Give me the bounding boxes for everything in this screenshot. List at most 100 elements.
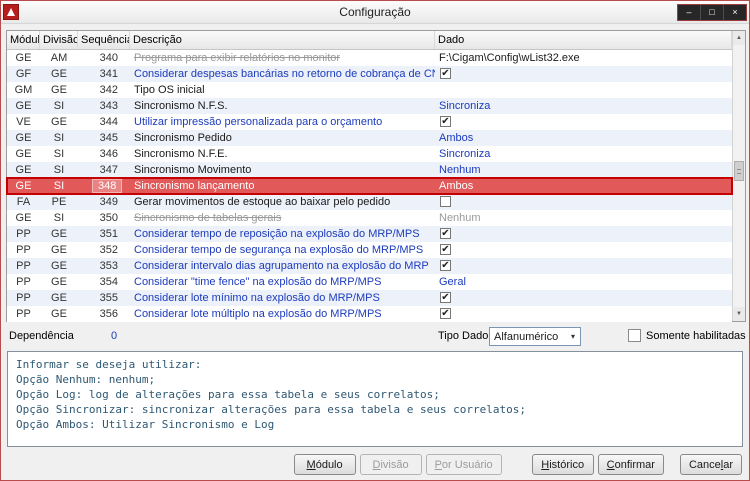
scroll-up-icon[interactable]: ▲ [733,31,745,45]
cell-modulo: GF [15,68,32,80]
column-header-divisao[interactable]: Divisão [40,31,78,49]
table-row[interactable]: PP GE 355 Considerar lote mínimo na expl… [7,290,732,306]
somente-habilitadas-checkbox[interactable] [628,329,641,342]
cell-divisao: SI [53,212,65,224]
cell-descricao: Gerar movimentos de estoque ao baixar pe… [134,196,391,208]
cell-descricao: Sincronismo N.F.E. [134,148,228,160]
dado-checkbox-unchecked[interactable] [440,196,451,207]
cell-divisao: SI [53,148,65,160]
config-table-body: GE AM 340 Programa para exibir relatório… [6,50,733,322]
cell-dado: ✔ [435,226,732,242]
maximize-icon: □ [709,6,715,17]
cell-dado: ✔ [435,290,732,306]
table-row[interactable]: VE GE 344 Utilizar impressão personaliza… [7,114,732,130]
cell-descricao: Sincronismo Pedido [134,132,232,144]
cell-divisao: SI [53,132,65,144]
dado-checkbox-checked[interactable]: ✔ [440,116,451,127]
column-header-dado[interactable]: Dado [435,31,732,49]
cell-divisao: GE [51,260,67,272]
cell-descricao: Considerar tempo de reposição na explosã… [134,228,420,240]
table-row[interactable]: GE SI 347 Sincronismo Movimento Nenhum [7,162,732,178]
column-header-modulo[interactable]: Módulo [7,31,40,49]
somente-habilitadas-label: Somente habilitadas [646,330,746,342]
cell-sequencia: 344 [99,116,118,128]
cell-modulo: PP [16,244,31,256]
cell-sequencia: 340 [99,52,118,64]
cell-descricao: Considerar "time fence" na explosão do M… [134,276,382,288]
table-row[interactable]: GE SI 346 Sincronismo N.F.E. Sincroniza [7,146,732,162]
cell-dado: F:\Cigam\Config\wList32.exe [439,52,580,64]
cell-dado: ✔ [435,242,732,258]
cell-sequencia: 349 [99,196,118,208]
table-row[interactable]: GE SI 345 Sincronismo Pedido Ambos [7,130,732,146]
scrollbar-thumb[interactable] [734,161,744,181]
table-header: Módulo Divisão Sequência Descrição Dado [7,31,732,50]
dado-checkbox-checked[interactable]: ✔ [440,68,451,79]
dado-checkbox-checked[interactable]: ✔ [440,244,451,255]
title-bar: Configuração – □ × [1,1,749,24]
cell-modulo: FA [16,196,31,208]
table-row[interactable]: FA PE 349 Gerar movimentos de estoque ao… [7,194,732,210]
cell-modulo: PP [16,276,31,288]
historico-button[interactable]: Histórico [531,454,594,475]
tipo-dado-select[interactable]: Alfanumérico ▾ [489,327,581,346]
table-row[interactable]: GE SI 348 Sincronismo lançamento Ambos [6,177,733,195]
por-usuario-button: Por Usuário [425,454,502,475]
cell-dado: Sincroniza [439,100,491,112]
confirmar-button[interactable]: Confirmar [597,454,664,475]
modulo-button[interactable]: Módulo [293,454,356,475]
cell-descricao: Sincronismo de tabelas gerais [134,212,282,224]
cell-modulo: PP [16,308,31,320]
table-row[interactable]: PP GE 351 Considerar tempo de reposição … [7,226,732,242]
cancelar-button[interactable]: Cancelar [679,454,742,475]
maximize-button[interactable]: □ [700,4,723,20]
minimize-icon: – [686,6,692,17]
window-title: Configuração [339,5,411,19]
cell-divisao: GE [51,84,67,96]
dado-checkbox-checked[interactable]: ✔ [440,228,451,239]
tipo-dado-value: Alfanumérico [494,330,559,343]
table-row[interactable]: GE AM 340 Programa para exibir relatório… [7,50,732,66]
table-row[interactable]: PP GE 353 Considerar intervalo dias agru… [7,258,732,274]
table-row[interactable]: PP GE 354 Considerar "time fence" na exp… [7,274,732,290]
vertical-scrollbar[interactable]: ▲ ▼ [732,31,745,321]
cell-sequencia: 355 [99,292,118,304]
cell-sequencia: 343 [99,100,118,112]
table-row[interactable]: PP GE 356 Considerar lote múltiplo na ex… [7,306,732,322]
cell-sequencia: 356 [99,308,118,320]
table-row[interactable]: GE SI 343 Sincronismo N.F.S. Sincroniza [7,98,732,114]
dado-checkbox-checked[interactable]: ✔ [440,308,451,319]
table-row[interactable]: GE SI 350 Sincronismo de tabelas gerais … [7,210,732,226]
cell-modulo: GE [15,164,32,176]
close-button[interactable]: × [723,4,746,20]
cell-dado: Ambos [439,180,474,192]
table-row[interactable]: GM GE 342 Tipo OS inicial [7,82,732,98]
dado-checkbox-checked[interactable]: ✔ [440,260,451,271]
cell-divisao: PE [51,196,67,208]
cell-sequencia: 348 [78,178,130,194]
scroll-down-icon[interactable]: ▼ [733,307,745,321]
cell-dado [435,82,732,98]
cell-dado: Geral [439,276,466,288]
config-table: Módulo Divisão Sequência Descrição Dado … [6,30,746,322]
cell-dado: Sincroniza [439,148,491,160]
config-window: Configuração – □ × Módulo Divisão Sequên… [0,0,750,481]
cell-sequencia: 347 [99,164,118,176]
cell-modulo: VE [16,116,31,128]
table-row[interactable]: PP GE 352 Considerar tempo de segurança … [7,242,732,258]
cell-divisao: GE [51,116,67,128]
cell-descricao: Considerar intervalo dias agrupamento na… [134,260,429,272]
dado-checkbox-checked[interactable]: ✔ [440,292,451,303]
cell-descricao: Sincronismo Movimento [134,164,252,176]
dependencia-label: Dependência [9,330,74,342]
minimize-button[interactable]: – [678,4,700,20]
cell-dado: Ambos [439,132,474,144]
cell-divisao: GE [51,228,67,240]
window-controls: – □ × [677,3,747,21]
table-row[interactable]: GF GE 341 Considerar despesas bancárias … [7,66,732,82]
cell-divisao: SI [53,164,65,176]
column-header-descricao[interactable]: Descrição [130,31,435,49]
app-logo-icon [3,4,19,20]
column-header-sequencia[interactable]: Sequência [78,31,130,49]
cell-divisao: GE [51,292,67,304]
